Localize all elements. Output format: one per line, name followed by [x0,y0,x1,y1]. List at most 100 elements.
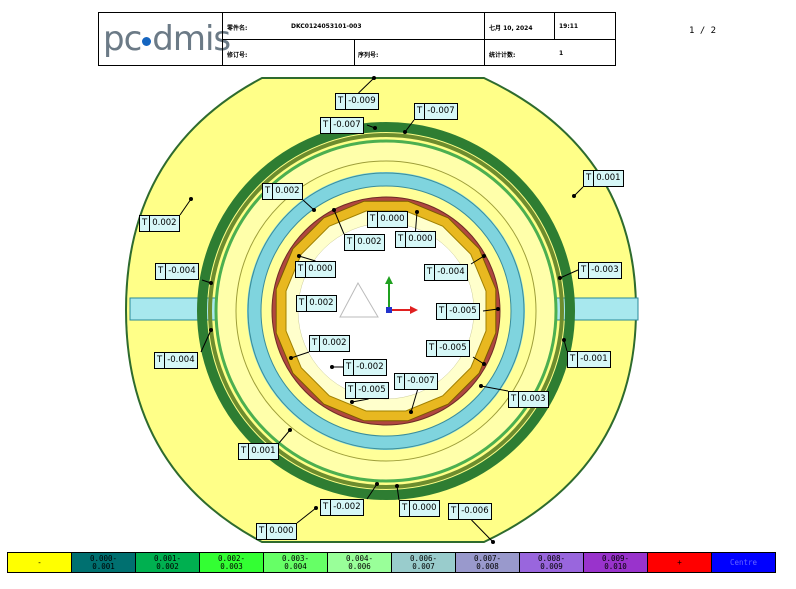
report-date: 七月 10, 2024 [489,25,533,32]
deviation-label[interactable]: T 0.003 [508,391,549,408]
deviation-label-value: 0.000 [412,503,437,513]
deviation-label[interactable]: T -0.009 [335,93,379,110]
deviation-label[interactable]: T 0.000 [256,523,297,540]
legend-cell: 0.007- 0.008 [455,552,520,573]
page-number: 1 / 2 [689,26,717,36]
measure-point [209,281,213,285]
deviation-label[interactable]: T 0.000 [367,211,408,228]
deviation-label-value: -0.007 [427,106,455,116]
stat-count-label: 统计计数: [489,52,516,59]
legend-cell: 0.006- 0.007 [391,552,456,573]
measure-point [209,328,213,332]
part-name-value: DKC0124053101-003 [291,23,362,30]
legend-cell: 0.000- 0.001 [71,552,136,573]
deviation-label-type: T [239,444,250,459]
part-3d-view[interactable] [0,0,796,589]
legend-cell: 0.002- 0.003 [199,552,264,573]
deviation-label[interactable]: T -0.005 [345,382,389,399]
measure-point [288,428,292,432]
deviation-label[interactable]: T -0.007 [394,373,438,390]
deviation-label-type: T [579,263,590,278]
deviation-label-type: T [257,524,268,539]
measure-point [395,484,399,488]
deviation-label-type: T [425,265,436,280]
deviation-label-value: 0.002 [309,298,334,308]
deviation-label-value: 0.002 [357,237,382,247]
report-time: 19:11 [559,23,579,30]
revision-label: 修订号: [227,52,248,59]
part-name-label: 零件名: [227,25,248,32]
measure-point [372,76,376,80]
measure-point [375,482,379,486]
deviation-label-value: 0.000 [269,526,294,536]
measure-point [479,384,483,388]
deviation-label[interactable]: T -0.004 [155,263,199,280]
color-legend: -0.000- 0.001 0.001- 0.002 0.002- 0.003 0.0… [7,552,776,573]
deviation-label-value: -0.005 [449,306,477,316]
deviation-label-type: T [427,341,438,356]
deviation-label-value: -0.007 [333,120,361,130]
deviation-label[interactable]: T -0.006 [448,503,492,520]
deviation-label[interactable]: T 0.002 [139,215,180,232]
legend-cell: - [7,552,72,573]
measure-point [482,362,486,366]
deviation-label[interactable]: T -0.002 [320,499,364,516]
deviation-label[interactable]: T -0.005 [436,303,480,320]
deviation-label[interactable]: T 0.002 [262,183,303,200]
deviation-label[interactable]: T 0.000 [395,231,436,248]
legend-cell: Centre [711,552,776,573]
legend-cell: + [647,552,712,573]
deviation-label[interactable]: T 0.000 [399,500,440,517]
deviation-label[interactable]: T 0.002 [344,234,385,251]
measure-point [491,540,495,544]
deviation-label[interactable]: T 0.001 [238,443,279,460]
deviation-label[interactable]: T -0.007 [320,117,364,134]
measure-point [289,356,293,360]
deviation-label[interactable]: T 0.001 [583,170,624,187]
deviation-label[interactable]: T -0.004 [424,264,468,281]
deviation-label-value: 0.000 [308,264,333,274]
legend-cell: 0.009- 0.010 [583,552,648,573]
deviation-label-value: 0.001 [596,173,621,183]
deviation-label-type: T [296,262,307,277]
measure-point [415,210,419,214]
deviation-label-value: -0.004 [437,267,465,277]
deviation-label-type: T [140,216,151,231]
deviation-label-type: T [344,360,355,375]
deviation-label-type: T [368,212,379,227]
measure-point [189,197,193,201]
measure-point [572,194,576,198]
deviation-label[interactable]: T 0.000 [295,261,336,278]
deviation-label[interactable]: T 0.002 [309,335,350,352]
deviation-label-value: 0.000 [380,214,405,224]
deviation-label[interactable]: T -0.002 [343,359,387,376]
measure-point [409,410,413,414]
deviation-label-type: T [310,336,321,351]
deviation-label[interactable]: T -0.003 [578,262,622,279]
deviation-label[interactable]: T -0.001 [567,351,611,368]
deviation-label[interactable]: T -0.004 [154,352,198,369]
deviation-label-type: T [321,500,332,515]
deviation-label-type: T [155,353,166,368]
origin-marker [386,307,392,313]
measure-point [297,254,301,258]
deviation-label-type: T [321,118,332,133]
deviation-label-value: -0.002 [333,502,361,512]
measure-point [496,307,500,311]
deviation-label-value: 0.002 [275,186,300,196]
measure-point [314,506,318,510]
deviation-label-type: T [415,104,426,119]
measure-point [373,126,377,130]
measure-point [558,276,562,280]
deviation-label-value: 0.001 [251,446,276,456]
serial-label: 序列号: [358,52,379,59]
deviation-label-value: -0.005 [439,343,467,353]
deviation-label[interactable]: T 0.002 [296,295,337,312]
deviation-label-value: 0.002 [322,338,347,348]
measure-point [403,130,407,134]
deviation-label-type: T [345,235,356,250]
deviation-label-type: T [156,264,167,279]
deviation-label[interactable]: T -0.007 [414,103,458,120]
deviation-label-value: -0.004 [168,266,196,276]
deviation-label[interactable]: T -0.005 [426,340,470,357]
